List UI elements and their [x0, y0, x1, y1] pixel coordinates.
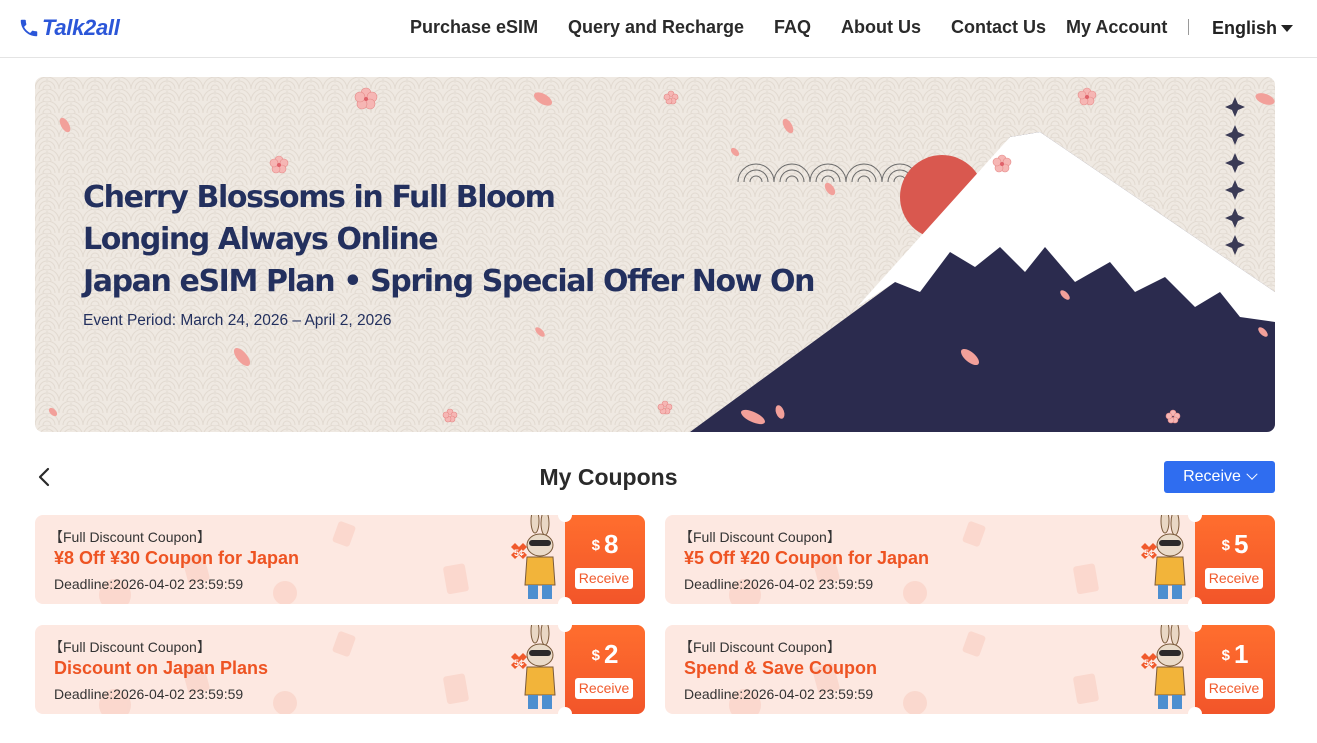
coupon-title: ¥5 Off ¥20 Coupon for Japan [684, 548, 930, 568]
site-header: Talk2all Purchase eSIM Query and Recharg… [0, 0, 1317, 58]
coupon-value: 1 [1233, 639, 1249, 669]
mascot-badge: 5¢ [514, 548, 524, 558]
rabbit-mascot-icon: 5¢ [1141, 625, 1186, 709]
receive-dropdown-label: Receive [1183, 468, 1241, 485]
banner-line-3: Japan eSIM Plan • Spring Special Offer N… [83, 264, 816, 299]
coupon-amount: $5 [1195, 529, 1275, 560]
event-period: Event Period: March 24, 2026 – April 2, … [83, 312, 392, 329]
nav-my-account[interactable]: My Account [1066, 17, 1167, 38]
banner-headline: Cherry Blossoms in Full Bloom Longing Al… [83, 177, 816, 303]
rabbit-mascot-icon: 5¢ [511, 515, 556, 599]
coupon-currency: $ [1221, 537, 1230, 554]
coupon-amount: $1 [1195, 639, 1275, 670]
receive-dropdown-button[interactable]: Receive [1164, 461, 1275, 493]
language-selector[interactable]: English [1212, 18, 1294, 39]
coupon-type: 【Full Discount Coupon】 [49, 529, 211, 545]
coupon-amount: $2 [565, 639, 645, 670]
coupon-currency: $ [1221, 647, 1230, 664]
nav-purchase-esim[interactable]: Purchase eSIM [410, 17, 538, 38]
rabbit-mascot-icon: 5¢ [1141, 515, 1186, 599]
mascot-badge: 5¢ [1144, 658, 1154, 668]
coupon-receive-button[interactable]: Receive [1205, 568, 1263, 589]
chevron-down-icon [1246, 468, 1258, 480]
coupon-type: 【Full Discount Coupon】 [679, 639, 841, 655]
banner-line-2: Longing Always Online [83, 222, 439, 257]
coupon-receive-button[interactable]: Receive [575, 678, 633, 699]
coupon-receive-button[interactable]: Receive [575, 568, 633, 589]
banner-line-1: Cherry Blossoms in Full Bloom [83, 180, 556, 215]
coupon-deadline: Deadline:2026-04-02 23:59:59 [684, 576, 874, 592]
main-nav: Purchase eSIM Query and Recharge FAQ Abo… [0, 17, 1317, 39]
nav-query-recharge[interactable]: Query and Recharge [568, 17, 744, 38]
coupon-card: 【Full Discount Coupon】 ¥5 Off ¥20 Coupon… [665, 515, 1275, 604]
coupon-card: 【Full Discount Coupon】 Spend & Save Coup… [665, 625, 1275, 714]
coupon-notch [558, 597, 572, 604]
nav-contact-us[interactable]: Contact Us [951, 17, 1046, 38]
coupon-value: 2 [603, 639, 619, 669]
coupon-card: 【Full Discount Coupon】 Discount on Japan… [35, 625, 645, 714]
coupon-value: 8 [603, 529, 619, 559]
coupon-notch [1188, 597, 1202, 604]
nav-about-us[interactable]: About Us [841, 17, 921, 38]
coupon-title: ¥8 Off ¥30 Coupon for Japan [54, 548, 300, 568]
language-label: English [1212, 18, 1278, 38]
coupon-currency: $ [591, 647, 600, 664]
mascot-badge: 5¢ [514, 658, 524, 668]
coupon-currency: $ [591, 537, 600, 554]
promo-banner[interactable]: Cherry Blossoms in Full Bloom Longing Al… [35, 77, 1275, 432]
coupon-type: 【Full Discount Coupon】 [679, 529, 841, 545]
coupon-card: 【Full Discount Coupon】 ¥8 Off ¥30 Coupon… [35, 515, 645, 604]
coupon-notch [558, 707, 572, 714]
coupon-notch [1188, 707, 1202, 714]
nav-faq[interactable]: FAQ [774, 17, 811, 38]
nav-divider [1188, 19, 1189, 35]
coupon-deadline: Deadline:2026-04-02 23:59:59 [684, 686, 874, 702]
caret-down-icon [1281, 25, 1294, 32]
coupon-type: 【Full Discount Coupon】 [49, 639, 211, 655]
coupon-value: 5 [1233, 529, 1249, 559]
coupon-title: Discount on Japan Plans [54, 658, 269, 678]
coupon-amount: $8 [565, 529, 645, 560]
coupon-deadline: Deadline:2026-04-02 23:59:59 [54, 686, 244, 702]
coupon-deadline: Deadline:2026-04-02 23:59:59 [54, 576, 244, 592]
page-title: My Coupons [539, 464, 678, 490]
mascot-badge: 5¢ [1144, 548, 1154, 558]
coupon-title: Spend & Save Coupon [684, 658, 878, 678]
rabbit-mascot-icon: 5¢ [511, 625, 556, 709]
coupon-receive-button[interactable]: Receive [1205, 678, 1263, 699]
